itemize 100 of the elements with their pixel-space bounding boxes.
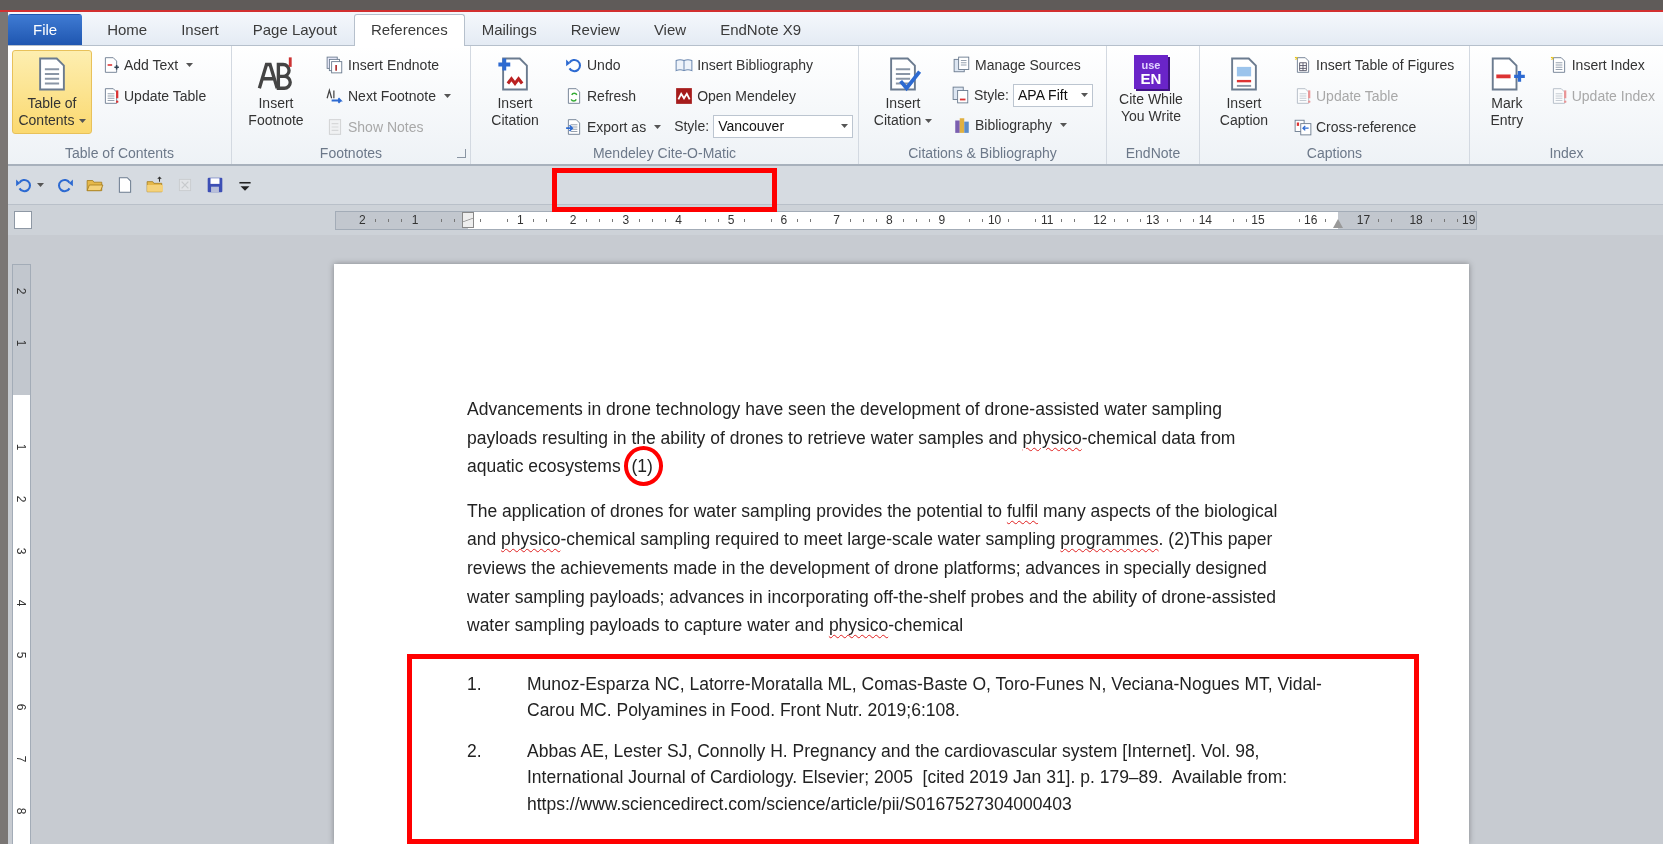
ribbon-button[interactable]: Insert Footnote bbox=[236, 50, 316, 134]
ruler-number: 13 bbox=[1144, 214, 1161, 226]
ribbon-button[interactable]: Insert Citation bbox=[475, 50, 555, 134]
ribbon-button[interactable]: Bibliography bbox=[949, 110, 1093, 140]
ribbon-button[interactable]: Insert Bibliography bbox=[671, 50, 854, 80]
redo-icon[interactable] bbox=[56, 176, 74, 194]
indent-marker[interactable] bbox=[1333, 218, 1343, 228]
ruler-number: 3 bbox=[14, 547, 29, 555]
document-exclamation-icon bbox=[102, 87, 120, 105]
ruler-number: 11 bbox=[1040, 214, 1055, 226]
ribbon-button[interactable]: Export as bbox=[561, 112, 666, 142]
dialog-launcher-icon[interactable] bbox=[457, 149, 466, 158]
ribbon-button[interactable]: Insert Table of Figures bbox=[1290, 50, 1459, 80]
ruler-number: 5 bbox=[726, 214, 736, 226]
ribbon-tab[interactable]: References bbox=[353, 14, 465, 46]
ribbon-button[interactable]: Insert Endnote bbox=[322, 50, 455, 80]
refresh-icon bbox=[565, 87, 583, 105]
undo-icon bbox=[565, 56, 583, 74]
ribbon-button[interactable]: Update Table bbox=[98, 81, 211, 111]
ribbon-button[interactable]: Add Text bbox=[98, 50, 211, 80]
ruler-number: 9 bbox=[937, 214, 947, 226]
ribbon-tab[interactable]: Review bbox=[553, 14, 637, 45]
field-label: Style: bbox=[674, 118, 710, 134]
ruler-number: 3 bbox=[621, 214, 631, 226]
paragraph: Advancements in drone technology have seen the development of drone-assisted water sampling payloads resulting in the ability of drones to retrieve water samples and physico-chemical data from aquatic ecosystems (1) bbox=[467, 395, 1282, 491]
ribbon-button[interactable]: Insert Caption bbox=[1204, 50, 1284, 134]
caret-icon bbox=[1081, 93, 1088, 97]
app-logo-icon bbox=[675, 87, 694, 105]
caret-icon bbox=[78, 119, 86, 124]
ruler-number: 5 bbox=[14, 651, 29, 659]
ruler-number: 10 bbox=[986, 214, 1003, 226]
list-number: 1. bbox=[467, 672, 483, 696]
ruler-number: 1 bbox=[516, 214, 525, 226]
document-icon[interactable] bbox=[116, 176, 134, 194]
ruler-number: 6 bbox=[14, 703, 29, 711]
ribbon-button[interactable]: Refresh bbox=[561, 81, 666, 111]
ribbon-tab[interactable]: Mailings bbox=[464, 14, 554, 45]
file-tab[interactable]: File bbox=[8, 14, 83, 45]
ruler-number: 1 bbox=[14, 443, 29, 451]
reference-entry: Abbas AE, Lester SJ, Connolly H. Pregnancy and the cardiovascular system [Internet]. Vol. 98, International Journal of Cardiology. Elsevier; 2005 [cited 2019 Jan 31]. p. 179–89. Available from: https://www.sciencedirect.com/science/article/pii/S0167527304000403 bbox=[527, 739, 1289, 816]
ruler-number: 2 bbox=[568, 214, 578, 226]
ribbon-tab[interactable]: View bbox=[636, 14, 704, 45]
logo-tile: use EN bbox=[1134, 55, 1168, 89]
arrow-icon bbox=[326, 87, 344, 105]
ruler-number: 1 bbox=[14, 339, 29, 347]
ribbon-button[interactable]: Open Mendeley bbox=[671, 81, 854, 111]
ribbon-button[interactable]: Mark Entry bbox=[1474, 50, 1540, 134]
ruler-number: 15 bbox=[1250, 214, 1266, 226]
ribbon-button[interactable]: Next Footnote bbox=[322, 81, 455, 111]
group-label: Citations & Bibliography bbox=[908, 145, 1057, 161]
documents-icon bbox=[952, 86, 970, 104]
ribbon-button[interactable]: Cross-reference bbox=[1290, 112, 1459, 142]
ruler-number: 8 bbox=[14, 807, 29, 815]
ruler-number: 7 bbox=[832, 214, 841, 226]
document-plus-icon bbox=[102, 56, 120, 74]
style-dropdown[interactable]: Vancouver bbox=[713, 114, 854, 138]
ruler-number: 4 bbox=[674, 214, 683, 226]
ribbon-tab[interactable]: Insert bbox=[164, 14, 236, 45]
ribbon-button[interactable]: use EN Cite While You Write bbox=[1111, 50, 1191, 134]
ruler-number: 14 bbox=[1197, 214, 1213, 226]
save-icon[interactable] bbox=[206, 176, 224, 194]
ruler-number: 8 bbox=[884, 214, 894, 226]
caret-icon bbox=[654, 125, 662, 129]
group-label: Table of Contents bbox=[65, 145, 174, 161]
ruler-number: 7 bbox=[14, 755, 29, 763]
export-icon bbox=[565, 118, 583, 136]
cross-reference-icon bbox=[1294, 118, 1312, 136]
document-exclamation-icon bbox=[1294, 87, 1312, 105]
pages-icon bbox=[326, 56, 344, 74]
ribbon-button[interactable]: Insert Citation bbox=[863, 50, 943, 134]
ruler-number: 12 bbox=[1092, 214, 1108, 226]
ribbon-tab[interactable]: Page Layout bbox=[235, 14, 354, 45]
document-table-icon bbox=[1294, 56, 1312, 74]
tab-stop-selector[interactable] bbox=[14, 211, 32, 229]
caret-icon bbox=[841, 124, 849, 128]
ribbon-button[interactable]: Table of Contents bbox=[12, 50, 92, 134]
documents-icon bbox=[953, 56, 971, 74]
style-dropdown[interactable]: APA Fift bbox=[1013, 83, 1093, 107]
ribbon-tab[interactable]: EndNote X9 bbox=[703, 14, 819, 45]
caret-icon bbox=[186, 63, 194, 67]
ribbon-button[interactable]: Insert Index bbox=[1545, 50, 1659, 80]
indent-marker[interactable] bbox=[462, 211, 474, 228]
paragraph: The application of drones for water sampling provides the potential to fulfil many aspects of the biological and physico-chemical sampling required to meet large-scale water sampling programmes. (2)This paper reviews the achievements made in the development of drone platforms; advances in specially designed water sampling payloads; advances in incorporating off-the-shelf probes and the ability of drone-assisted water sampling payloads to capture water and physico-chemical bbox=[467, 499, 1279, 638]
document-icon bbox=[326, 118, 344, 136]
caret-icon bbox=[925, 119, 933, 124]
folder-icon[interactable] bbox=[146, 176, 164, 194]
group-label: Mendeley Cite-O-Matic bbox=[592, 145, 737, 161]
undo-icon[interactable] bbox=[15, 176, 33, 194]
group-label: Captions bbox=[1306, 145, 1363, 161]
group-label: EndNote bbox=[1125, 145, 1181, 161]
ribbon-tab[interactable]: Home bbox=[90, 14, 165, 45]
reference-entry: Munoz-Esparza NC, Latorre-Moratalla ML, Comas-Baste O, Toro-Funes N, Veciana-Nogues MT, Vidal-Carou MC. Polyamines in Food. Front Nutr. 2019;6:108. bbox=[527, 672, 1323, 723]
ruler-number: 17 bbox=[1355, 214, 1372, 226]
caret-icon bbox=[443, 94, 451, 98]
ribbon-button[interactable]: Undo bbox=[561, 50, 666, 80]
group-label: Footnotes bbox=[319, 145, 383, 161]
ruler-number: 2 bbox=[358, 214, 367, 226]
ribbon-button[interactable]: Manage Sources bbox=[949, 50, 1093, 80]
list-number: 2. bbox=[467, 739, 483, 763]
ruler-number: 6 bbox=[779, 214, 789, 226]
